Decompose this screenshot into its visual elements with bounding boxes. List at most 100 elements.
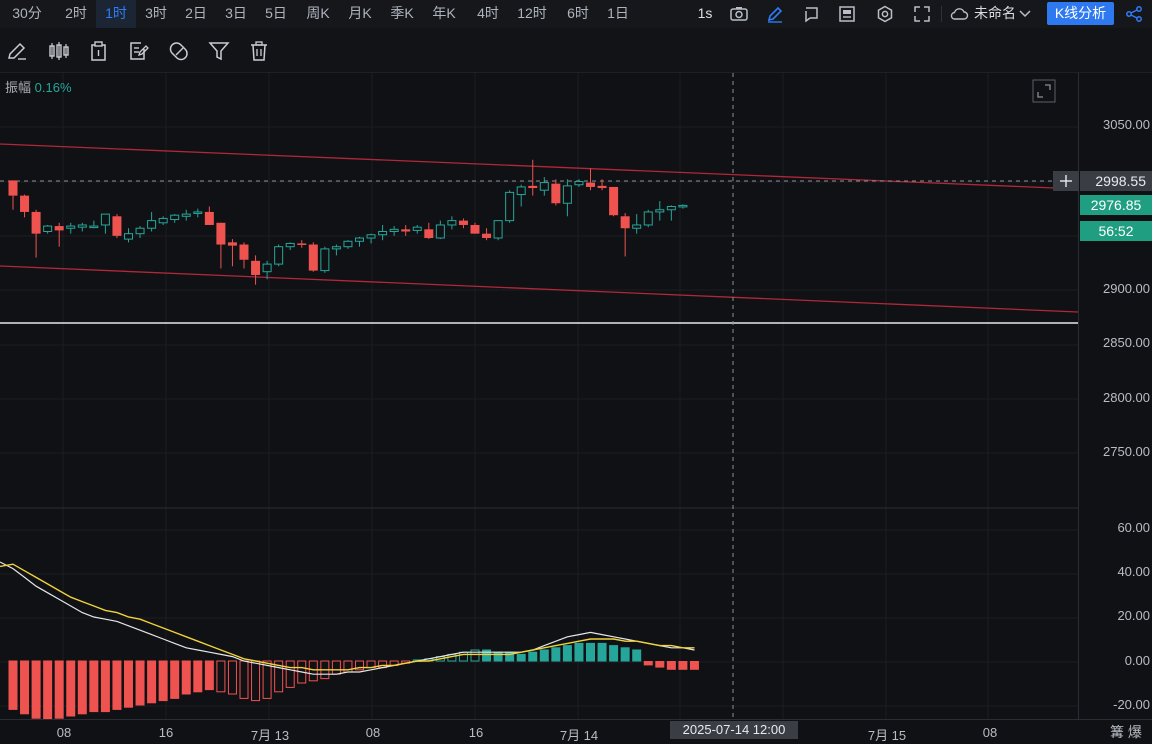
- candle-body: [204, 211, 214, 225]
- candle: [170, 214, 180, 223]
- timeframe-0[interactable]: 30分: [4, 0, 50, 28]
- layout-name[interactable]: 未命名: [974, 0, 1016, 28]
- candle: [505, 190, 515, 223]
- macd-histogram: [8, 642, 699, 721]
- fullscreen-icon[interactable]: [910, 0, 934, 28]
- time-axis-label: 7月 15: [867, 728, 907, 743]
- candle: [378, 224, 388, 241]
- macd-bar: [551, 647, 561, 662]
- timeframe-11[interactable]: 4时: [468, 0, 508, 28]
- line-tool-icon[interactable]: [6, 40, 30, 64]
- indicator-template-icon[interactable]: [835, 0, 859, 28]
- candle: [412, 224, 422, 234]
- candle-style-icon[interactable]: [48, 40, 72, 64]
- candle: [8, 180, 18, 210]
- timeframe-4[interactable]: 2日: [176, 0, 216, 28]
- candle-body: [355, 237, 364, 242]
- timeframe-2[interactable]: 1时: [96, 0, 136, 28]
- candle: [655, 201, 665, 221]
- timeframe-10[interactable]: 年K: [424, 0, 464, 28]
- chart-area[interactable]: [0, 73, 1079, 721]
- candle: [609, 186, 619, 217]
- crosshair-time-tag: 2025-07-14 12:00: [670, 721, 798, 739]
- candle-body: [100, 213, 110, 226]
- candle: [447, 216, 457, 230]
- settings-gear-icon[interactable]: [873, 0, 897, 28]
- candle: [112, 214, 122, 239]
- add-alert-icon[interactable]: [1053, 171, 1079, 191]
- amplitude-value: 0.16%: [34, 80, 72, 95]
- interval-badge[interactable]: 1s: [693, 0, 717, 28]
- chevron-down-icon[interactable]: [1017, 0, 1033, 28]
- timeframe-9[interactable]: 季K: [382, 0, 422, 28]
- candle: [54, 222, 64, 247]
- amplitude-readout: 振幅 0.16%: [5, 77, 72, 96]
- candle: [89, 220, 99, 229]
- time-axis-label: 08: [56, 725, 72, 740]
- macd-bar: [262, 660, 272, 699]
- expand-icon[interactable]: [1032, 79, 1056, 103]
- candle: [493, 220, 503, 241]
- timeframe-5[interactable]: 3日: [216, 0, 256, 28]
- cloud-icon: [947, 0, 971, 28]
- candle-body: [493, 220, 503, 239]
- replay-icon[interactable]: [799, 0, 823, 28]
- candle-body: [458, 220, 468, 225]
- candle-body: [539, 182, 549, 191]
- candle: [147, 211, 157, 232]
- timeframe-7[interactable]: 周K: [298, 0, 338, 28]
- timeframe-14[interactable]: 1日: [598, 0, 638, 28]
- timeframe-13[interactable]: 6时: [558, 0, 598, 28]
- last-price-tag: 2976.85: [1080, 195, 1152, 215]
- trash-icon[interactable]: [248, 40, 272, 64]
- countdown-tag: 56:52: [1080, 221, 1152, 241]
- macd-bar: [655, 661, 665, 668]
- macd-bar: [574, 642, 584, 662]
- timeframe-3[interactable]: 3时: [136, 0, 176, 28]
- macd-bar: [204, 660, 214, 691]
- candle-body: [331, 246, 341, 250]
- timeframe-1[interactable]: 2时: [56, 0, 96, 28]
- macd-bar: [620, 647, 630, 662]
- candle-body: [609, 186, 619, 216]
- macd-axis-label: 40.00: [1117, 564, 1150, 579]
- timeframe-12[interactable]: 12时: [508, 0, 556, 28]
- candle: [586, 168, 595, 191]
- candle-body: [251, 260, 261, 275]
- price-axis-label: 2800.00: [1103, 390, 1150, 405]
- candle-body: [239, 244, 249, 260]
- kline-analysis-button[interactable]: K线分析: [1047, 2, 1114, 25]
- candle-body: [655, 209, 665, 213]
- chart-grid: [0, 73, 1078, 719]
- candle-body: [308, 244, 318, 271]
- pen-draw-icon[interactable]: [763, 0, 787, 28]
- candlestick-chart: [0, 73, 1079, 721]
- macd-bar: [586, 642, 595, 662]
- macd-bar: [493, 651, 503, 662]
- corner-label: 篝 爆: [1110, 724, 1142, 740]
- macd-bar: [31, 660, 41, 719]
- clipboard-icon[interactable]: [88, 40, 112, 64]
- macd-bar: [666, 661, 676, 670]
- candle-body: [262, 263, 272, 273]
- timeframe-8[interactable]: 月K: [340, 0, 380, 28]
- filter-icon[interactable]: [208, 40, 232, 64]
- candle: [355, 236, 364, 247]
- macd-axis-label: 0.00: [1124, 653, 1150, 668]
- macd-bar: [609, 645, 619, 662]
- candle-body: [320, 248, 330, 272]
- magnet-icon[interactable]: [168, 40, 192, 64]
- macd-bar: [170, 660, 180, 699]
- candle-body: [31, 211, 41, 234]
- macd-bar: [251, 660, 261, 702]
- candle-body: [193, 211, 203, 214]
- camera-icon[interactable]: [727, 0, 751, 28]
- candle: [666, 205, 676, 221]
- macd-bar: [124, 660, 133, 708]
- candle: [470, 222, 480, 234]
- share-icon[interactable]: [1122, 0, 1146, 28]
- edit-note-icon[interactable]: [128, 40, 152, 64]
- candle: [274, 244, 284, 267]
- timeframe-6[interactable]: 5日: [256, 0, 296, 28]
- candle: [366, 233, 376, 244]
